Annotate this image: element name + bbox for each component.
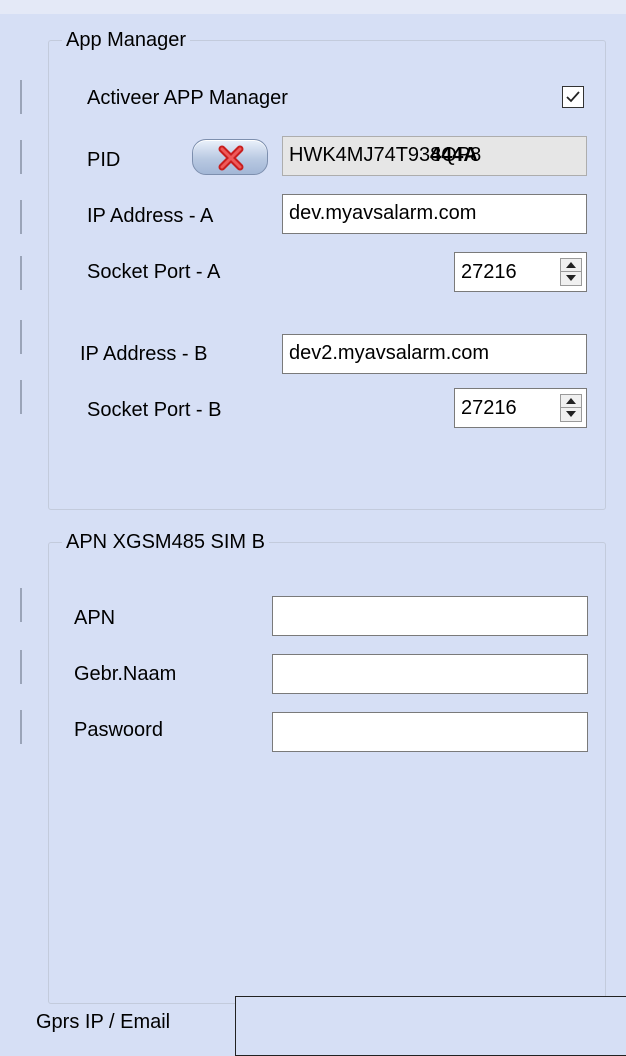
username-input[interactable] [272,654,588,694]
apn-group-legend: APN XGSM485 SIM B [62,530,269,554]
spin-down-button[interactable] [561,272,581,285]
activate-app-manager-label: Activeer APP Manager [87,87,288,109]
left-edge-mark [20,380,22,414]
socket-port-a-spin-buttons [560,258,582,286]
arrow-up-icon [566,262,576,268]
socket-port-b-value: 27216 [461,397,517,419]
socket-port-a-label: Socket Port - A [87,261,221,283]
password-label: Paswoord [74,719,163,741]
left-edge-mark [20,650,22,684]
pid-label: PID [87,149,121,171]
password-input[interactable] [272,712,588,752]
arrow-down-icon [566,275,576,281]
left-edge-mark [20,200,22,234]
gprs-ip-email-label: Gprs IP / Email [36,1011,171,1033]
checkmark-icon [566,91,580,103]
gprs-ip-email-panel[interactable] [235,996,626,1056]
left-edge-mark [20,140,22,174]
red-x-icon [218,145,244,171]
arrow-up-icon [566,398,576,404]
socket-port-b-spinner[interactable]: 27216 [454,388,587,428]
left-edge-mark [20,588,22,622]
ip-address-b-label: IP Address - B [80,343,208,365]
socket-port-a-spinner[interactable]: 27216 [454,252,587,292]
left-edge-mark [20,80,22,114]
left-edge-mark [20,710,22,744]
ip-address-a-label: IP Address - A [87,205,214,227]
ip-address-a-input[interactable]: dev.myavsalarm.com [282,194,587,234]
ip-address-b-input[interactable]: dev2.myavsalarm.com [282,334,587,374]
left-edge-mark [20,256,22,290]
apn-input[interactable] [272,596,588,636]
username-label: Gebr.Naam [74,663,177,685]
spin-up-button[interactable] [561,395,581,408]
clear-pid-button[interactable] [192,139,268,175]
spin-down-button[interactable] [561,408,581,421]
pid-field[interactable]: HWK4MJ74T938QP8 444A [282,136,587,176]
left-edge-mark [20,320,22,354]
socket-port-b-spin-buttons [560,394,582,422]
app-manager-legend: App Manager [62,28,191,52]
spin-up-button[interactable] [561,259,581,272]
top-strip [0,0,626,14]
activate-app-manager-checkbox[interactable] [562,86,584,108]
arrow-down-icon [566,411,576,417]
apn-label: APN [74,607,116,629]
pid-overlay-text: 444A [430,144,478,166]
socket-port-b-label: Socket Port - B [87,399,222,421]
socket-port-a-value: 27216 [461,261,517,283]
